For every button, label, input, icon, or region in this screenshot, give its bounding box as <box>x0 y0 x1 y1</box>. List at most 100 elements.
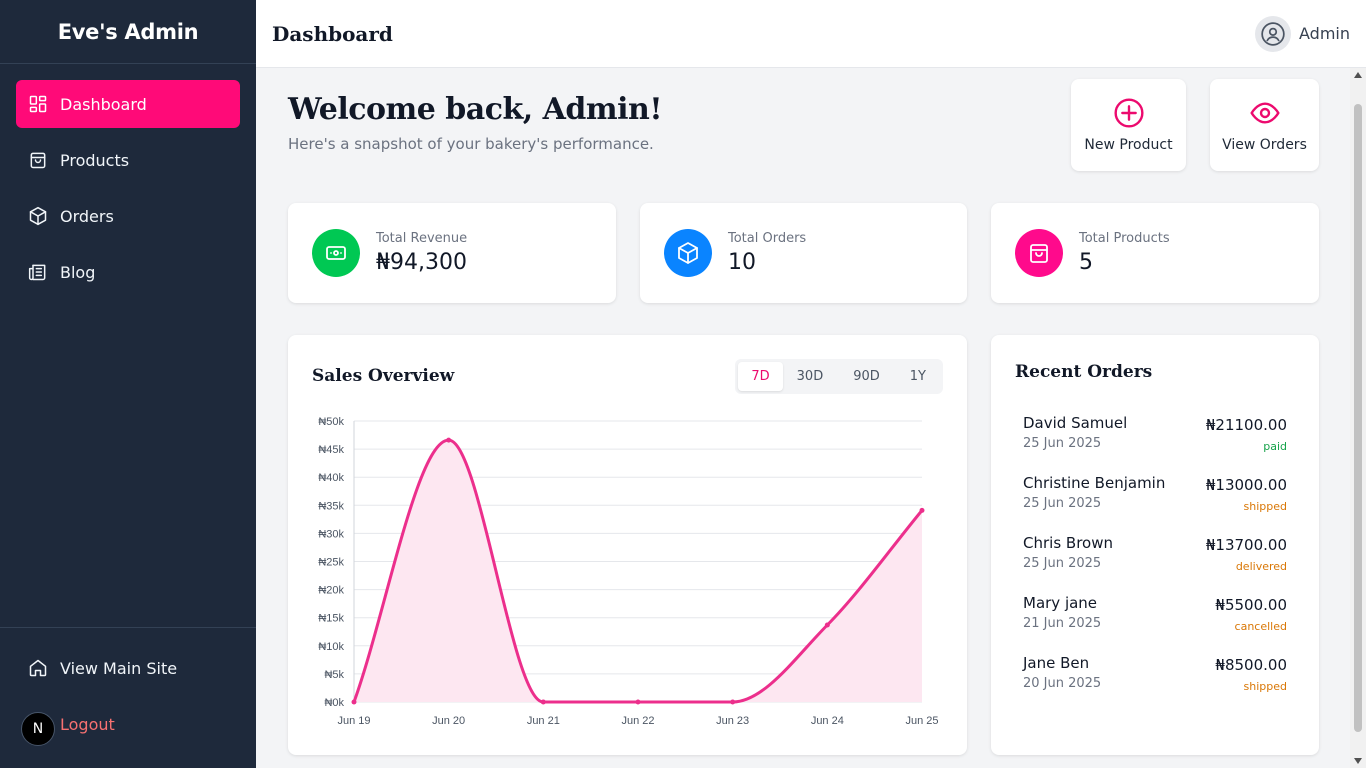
stat-value: 10 <box>728 250 756 275</box>
shopping-bag-icon <box>1030 244 1048 263</box>
page-title: Dashboard <box>272 21 393 46</box>
y-tick-label: ₦45k <box>318 444 344 456</box>
order-status: shipped <box>1243 500 1287 513</box>
eye-icon <box>1249 97 1281 129</box>
money-icon <box>326 246 346 260</box>
order-item[interactable]: David Samuel 25 Jun 2025 ₦21100.00 paid <box>1023 414 1287 464</box>
sidebar-nav: Dashboard Products Orders Blog <box>0 64 256 320</box>
view-orders-button[interactable]: View Orders <box>1210 79 1319 171</box>
order-customer: Chris Brown <box>1023 534 1113 552</box>
x-tick-label: Jun 19 <box>337 715 370 727</box>
order-customer: David Samuel <box>1023 414 1128 432</box>
sales-point <box>824 622 830 628</box>
view-orders-label: View Orders <box>1222 137 1307 153</box>
sidebar-item-label: Products <box>60 150 130 170</box>
stat-card-products: Total Products 5 <box>991 203 1319 303</box>
order-customer: Christine Benjamin <box>1023 474 1166 492</box>
x-tick-label: Jun 24 <box>811 715 844 727</box>
view-main-site-link[interactable]: View Main Site <box>16 644 240 692</box>
user-name: Admin <box>1299 24 1350 43</box>
page-scrollbar[interactable] <box>1350 68 1366 768</box>
dashboard-icon <box>28 94 48 114</box>
x-tick-label: Jun 21 <box>527 715 560 727</box>
topbar: Dashboard Admin <box>256 0 1366 68</box>
stat-label: Total Products <box>1079 231 1170 246</box>
order-item[interactable]: Mary jane 21 Jun 2025 ₦5500.00 cancelled <box>1023 594 1287 644</box>
order-amount: ₦13000.00 <box>1205 476 1287 494</box>
newspaper-icon <box>28 262 48 282</box>
framework-badge[interactable]: N <box>21 712 55 746</box>
sales-point <box>730 699 736 705</box>
sidebar-item-blog[interactable]: Blog <box>16 248 240 296</box>
sidebar-item-products[interactable]: Products <box>16 136 240 184</box>
view-main-site-label: View Main Site <box>60 658 178 678</box>
sidebar-item-dashboard[interactable]: Dashboard <box>16 80 240 128</box>
order-status: paid <box>1263 440 1287 453</box>
sales-point <box>540 699 546 705</box>
package-icon <box>678 242 698 264</box>
welcome-subtitle: Here's a snapshot of your bakery's perfo… <box>288 135 654 153</box>
x-tick-label: Jun 23 <box>716 715 749 727</box>
plus-circle-icon <box>1113 97 1145 129</box>
new-product-button[interactable]: New Product <box>1071 79 1186 171</box>
stat-label: Total Revenue <box>376 231 468 246</box>
y-tick-label: ₦15k <box>318 613 344 625</box>
sidebar-item-orders[interactable]: Orders <box>16 192 240 240</box>
scroll-thumb[interactable] <box>1354 104 1362 732</box>
sidebar: Eve's Admin Dashboard Products Orders Bl… <box>0 0 256 768</box>
order-customer: Mary jane <box>1023 594 1098 612</box>
y-tick-label: ₦25k <box>318 557 344 569</box>
x-tick-label: Jun 25 <box>905 715 938 727</box>
new-product-label: New Product <box>1084 137 1173 153</box>
order-customer: Jane Ben <box>1023 654 1090 672</box>
sales-point <box>635 699 641 705</box>
order-item[interactable]: Christine Benjamin 25 Jun 2025 ₦13000.00… <box>1023 474 1287 524</box>
y-tick-label: ₦20k <box>318 585 344 597</box>
user-menu[interactable]: Admin <box>1255 15 1350 52</box>
scroll-up-arrow[interactable] <box>1354 72 1362 78</box>
order-date: 25 Jun 2025 <box>1023 556 1102 571</box>
sales-area-fill <box>354 440 922 702</box>
order-date: 20 Jun 2025 <box>1023 676 1102 691</box>
order-item[interactable]: Chris Brown 25 Jun 2025 ₦13700.00 delive… <box>1023 534 1287 584</box>
avatar <box>1255 15 1291 52</box>
brand-title: Eve's Admin <box>0 0 256 64</box>
sidebar-item-label: Orders <box>60 206 114 226</box>
y-tick-label: ₦50k <box>318 416 344 428</box>
sidebar-item-label: Blog <box>60 262 96 282</box>
package-icon <box>28 206 48 226</box>
sidebar-item-label: Dashboard <box>60 94 147 114</box>
home-icon <box>28 658 48 678</box>
stat-card-orders: Total Orders 10 <box>640 203 967 303</box>
stat-icon-bg <box>1015 229 1063 277</box>
order-status: cancelled <box>1234 620 1287 633</box>
y-tick-label: ₦0k <box>324 697 344 709</box>
y-tick-label: ₦40k <box>318 472 344 484</box>
welcome-heading: Welcome back, Admin! <box>288 92 663 127</box>
order-item[interactable]: Jane Ben 20 Jun 2025 ₦8500.00 shipped <box>1023 654 1287 704</box>
y-tick-label: ₦5k <box>324 669 344 681</box>
logout-label: Logout <box>60 714 115 734</box>
scroll-down-arrow[interactable] <box>1354 758 1362 764</box>
stat-icon-bg <box>664 229 712 277</box>
welcome-section: Welcome back, Admin! Here's a snapshot o… <box>288 92 663 153</box>
order-status: delivered <box>1235 560 1287 573</box>
order-amount: ₦21100.00 <box>1205 416 1287 434</box>
order-amount: ₦8500.00 <box>1215 656 1287 674</box>
recent-orders-title: Recent Orders <box>1015 362 1153 382</box>
shopping-bag-icon <box>28 150 48 170</box>
order-date: 21 Jun 2025 <box>1023 616 1102 631</box>
stat-icon-bg <box>312 229 360 277</box>
stat-value: ₦94,300 <box>376 250 467 275</box>
x-tick-label: Jun 22 <box>621 715 654 727</box>
x-tick-label: Jun 20 <box>432 715 465 727</box>
main-content: Welcome back, Admin! Here's a snapshot o… <box>256 68 1350 768</box>
stat-card-revenue: Total Revenue ₦94,300 <box>288 203 616 303</box>
sales-overview-card: Sales Overview 7D 30D 90D 1Y ₦0k ₦5k ₦10k ₦… <box>288 335 967 755</box>
sidebar-bottom: View Main Site Logout <box>0 627 256 768</box>
y-tick-label: ₦30k <box>318 528 344 540</box>
sales-point <box>919 507 925 513</box>
sales-chart: ₦0k ₦5k ₦10k ₦15k ₦20k ₦25k ₦30k ₦35k ₦40k ₦45k ₦5… <box>318 416 938 727</box>
sales-point <box>446 437 452 443</box>
recent-orders-card: Recent Orders David Samuel 25 Jun 2025 ₦… <box>991 335 1319 755</box>
